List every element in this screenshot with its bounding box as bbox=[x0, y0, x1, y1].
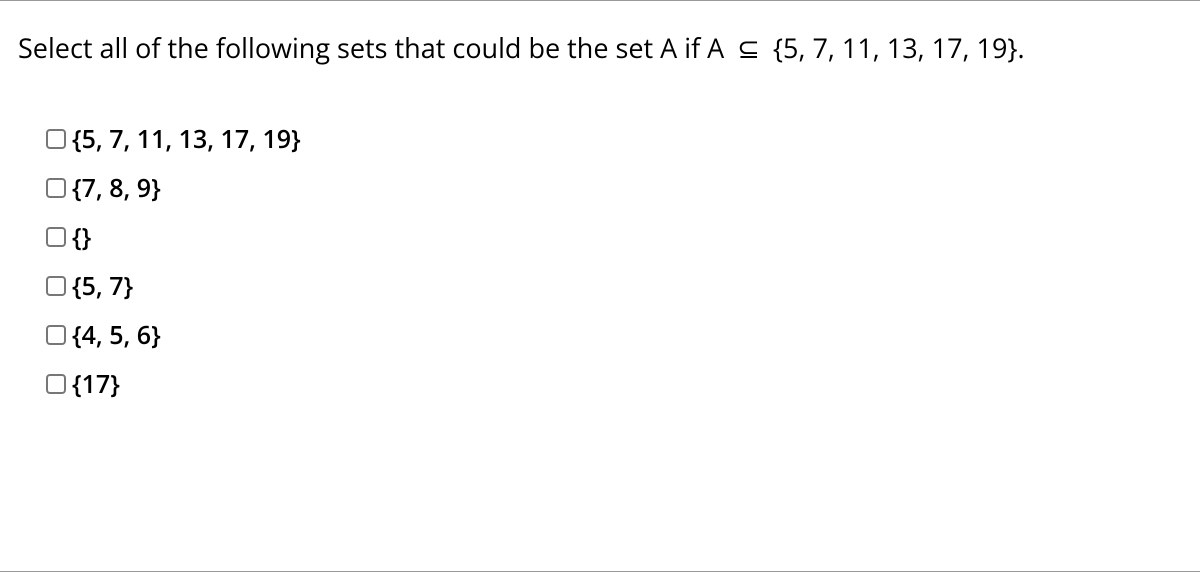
option-label: {7, 8, 9} bbox=[72, 176, 161, 201]
question-text: Select all of the following sets that co… bbox=[18, 29, 1182, 69]
option-label: {5, 7, 11, 13, 17, 19} bbox=[72, 127, 301, 152]
option-row[interactable]: {7, 8, 9} bbox=[46, 176, 1182, 201]
options-list: {5, 7, 11, 13, 17, 19} {7, 8, 9} {} {5, … bbox=[18, 127, 1182, 397]
option-checkbox-5[interactable] bbox=[46, 374, 66, 394]
option-checkbox-0[interactable] bbox=[46, 129, 66, 149]
subset-symbol: ⊆ bbox=[731, 34, 766, 64]
option-row[interactable]: {17} bbox=[46, 372, 1182, 397]
option-row[interactable]: {} bbox=[46, 225, 1182, 250]
option-row[interactable]: {5, 7, 11, 13, 17, 19} bbox=[46, 127, 1182, 152]
option-row[interactable]: {5, 7} bbox=[46, 274, 1182, 299]
option-checkbox-2[interactable] bbox=[46, 227, 66, 247]
option-label: {} bbox=[72, 225, 91, 250]
option-checkbox-3[interactable] bbox=[46, 276, 66, 296]
option-label: {5, 7} bbox=[72, 274, 133, 299]
option-row[interactable]: {4, 5, 6} bbox=[46, 323, 1182, 348]
option-checkbox-4[interactable] bbox=[46, 325, 66, 345]
option-label: {17} bbox=[72, 372, 120, 397]
option-label: {4, 5, 6} bbox=[72, 323, 161, 348]
option-checkbox-1[interactable] bbox=[46, 178, 66, 198]
question-container: Select all of the following sets that co… bbox=[0, 0, 1200, 572]
question-prefix: Select all of the following sets that co… bbox=[18, 29, 731, 66]
question-suffix: {5, 7, 11, 13, 17, 19}. bbox=[766, 29, 1025, 66]
